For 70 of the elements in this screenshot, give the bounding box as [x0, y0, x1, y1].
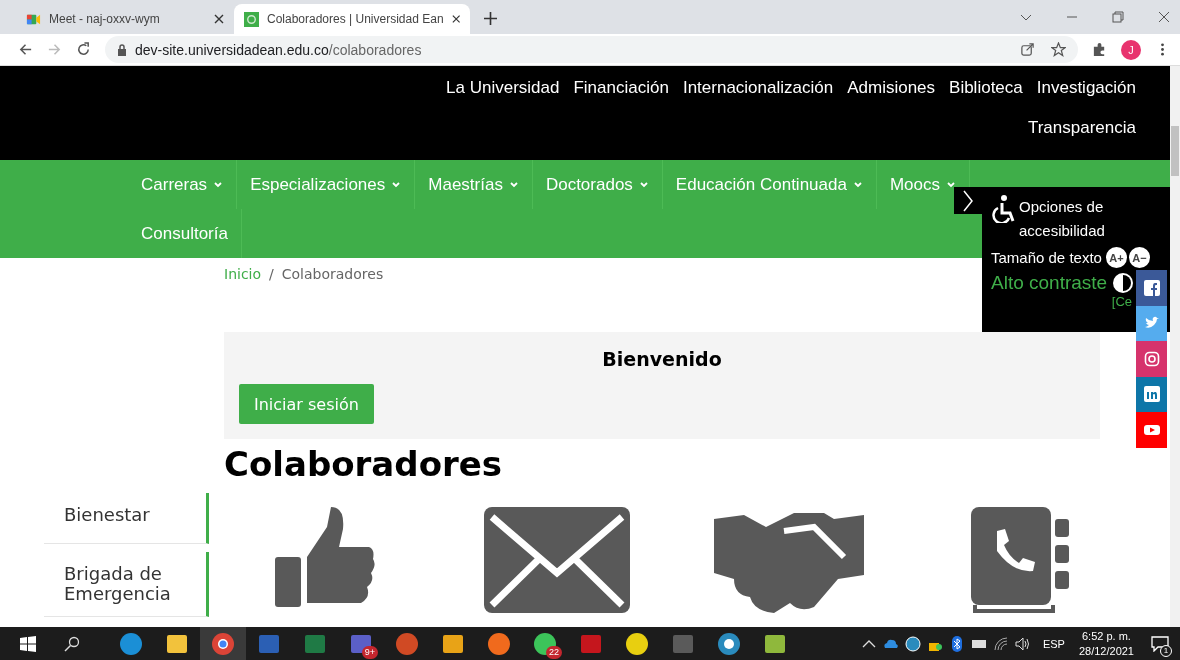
clock-time: 6:52 p. m. — [1082, 628, 1131, 644]
wheelchair-icon — [991, 195, 1015, 223]
decrease-text-button[interactable]: A− — [1128, 247, 1150, 268]
play-icon[interactable] — [1136, 412, 1167, 448]
close-icon[interactable] — [214, 14, 224, 24]
puzzle-icon[interactable] — [1092, 42, 1107, 57]
browser-icon — [487, 631, 511, 656]
welcome-title: Bienvenido — [601, 348, 723, 370]
close-icon[interactable] — [1158, 11, 1170, 23]
notification-badge: 9+ — [361, 646, 378, 659]
tab-title: Colaboradores | Universidad Ean — [267, 12, 444, 26]
windows-logo-icon[interactable] — [20, 635, 36, 652]
coin-icon — [625, 631, 649, 656]
notification-count: 1 — [1160, 644, 1172, 657]
site-logo-icon — [244, 11, 259, 27]
browser-tab[interactable]: Meet - naj-oxxv-wym — [16, 4, 234, 34]
plus-icon[interactable] — [484, 12, 497, 25]
browser-icon — [211, 631, 235, 656]
browser-icon — [119, 631, 143, 656]
bird-icon[interactable] — [1136, 305, 1167, 341]
close-link[interactable]: [Ce — [1111, 294, 1132, 309]
language-indicator[interactable]: ESP — [1042, 637, 1065, 650]
taskbar-app[interactable]: 9+ — [338, 627, 384, 660]
app-icon — [717, 631, 741, 656]
profile-avatar[interactable]: J — [1121, 39, 1141, 60]
breadcrumb-current: Colaboradores — [281, 266, 384, 282]
text-size-label: Tamaño de texto — [991, 249, 1102, 266]
browser-tab[interactable]: Colaboradores | Universidad Ean — [234, 4, 470, 34]
notification-icon[interactable] — [1151, 635, 1169, 652]
slides-icon — [395, 631, 419, 656]
sidebar-item[interactable]: Brigada de Emergencia — [44, 552, 209, 617]
app-icon[interactable] — [904, 635, 921, 652]
increase-text-button[interactable]: A+ — [1105, 247, 1127, 268]
star-icon[interactable] — [1051, 42, 1066, 57]
breadcrumb-separator: / — [269, 266, 274, 282]
chevron-right-icon — [962, 188, 974, 213]
header-link[interactable]: Transparencia — [1027, 116, 1136, 140]
linkedin-icon[interactable] — [1136, 376, 1167, 412]
restore-icon[interactable] — [1112, 11, 1124, 23]
header-link[interactable]: Investigación — [1036, 76, 1136, 100]
header-link[interactable]: Biblioteca — [949, 76, 1023, 100]
back-arrow-icon[interactable] — [18, 42, 33, 57]
clock-date: 28/12/2021 — [1078, 643, 1134, 659]
wifi-icon[interactable] — [992, 635, 1009, 652]
panel-title: Opciones de accesibilidad — [1019, 197, 1106, 241]
header-link[interactable]: Financiación — [573, 76, 669, 100]
page-heading: Colaboradores — [224, 443, 504, 485]
header-link[interactable]: Admisiones — [847, 76, 936, 100]
taskbar-app[interactable]: 22 — [522, 627, 568, 660]
contrast-icon[interactable] — [1112, 272, 1135, 294]
clock[interactable]: 6:52 p. m. 28/12/2021 — [1078, 628, 1134, 659]
scrollbar[interactable] — [1170, 66, 1180, 627]
tab-title: Meet - naj-oxxv-wym — [49, 12, 161, 26]
panel-toggle-tab[interactable] — [954, 187, 982, 214]
speaker-icon[interactable] — [1014, 635, 1031, 652]
taskbar-app[interactable] — [200, 627, 246, 660]
header-link[interactable]: La Universidad — [446, 76, 560, 100]
contrast-label: Alto contraste — [991, 272, 1108, 294]
share-icon[interactable] — [1020, 42, 1035, 57]
chat-icon — [533, 631, 557, 656]
contact-book-icon[interactable] — [971, 507, 1071, 613]
address-field[interactable]: dev-site.universidadean.edu.co/colaboradores — [105, 36, 1078, 63]
header-link[interactable]: Internacionalización — [682, 76, 834, 100]
close-icon[interactable] — [451, 14, 460, 24]
envelope-icon[interactable] — [484, 507, 630, 613]
camera-icon[interactable] — [1136, 341, 1167, 377]
sidebar-item[interactable]: Bienestar — [44, 493, 209, 544]
facebook-icon[interactable] — [1136, 270, 1167, 306]
search-icon[interactable] — [64, 635, 80, 652]
reload-icon[interactable] — [76, 42, 91, 57]
